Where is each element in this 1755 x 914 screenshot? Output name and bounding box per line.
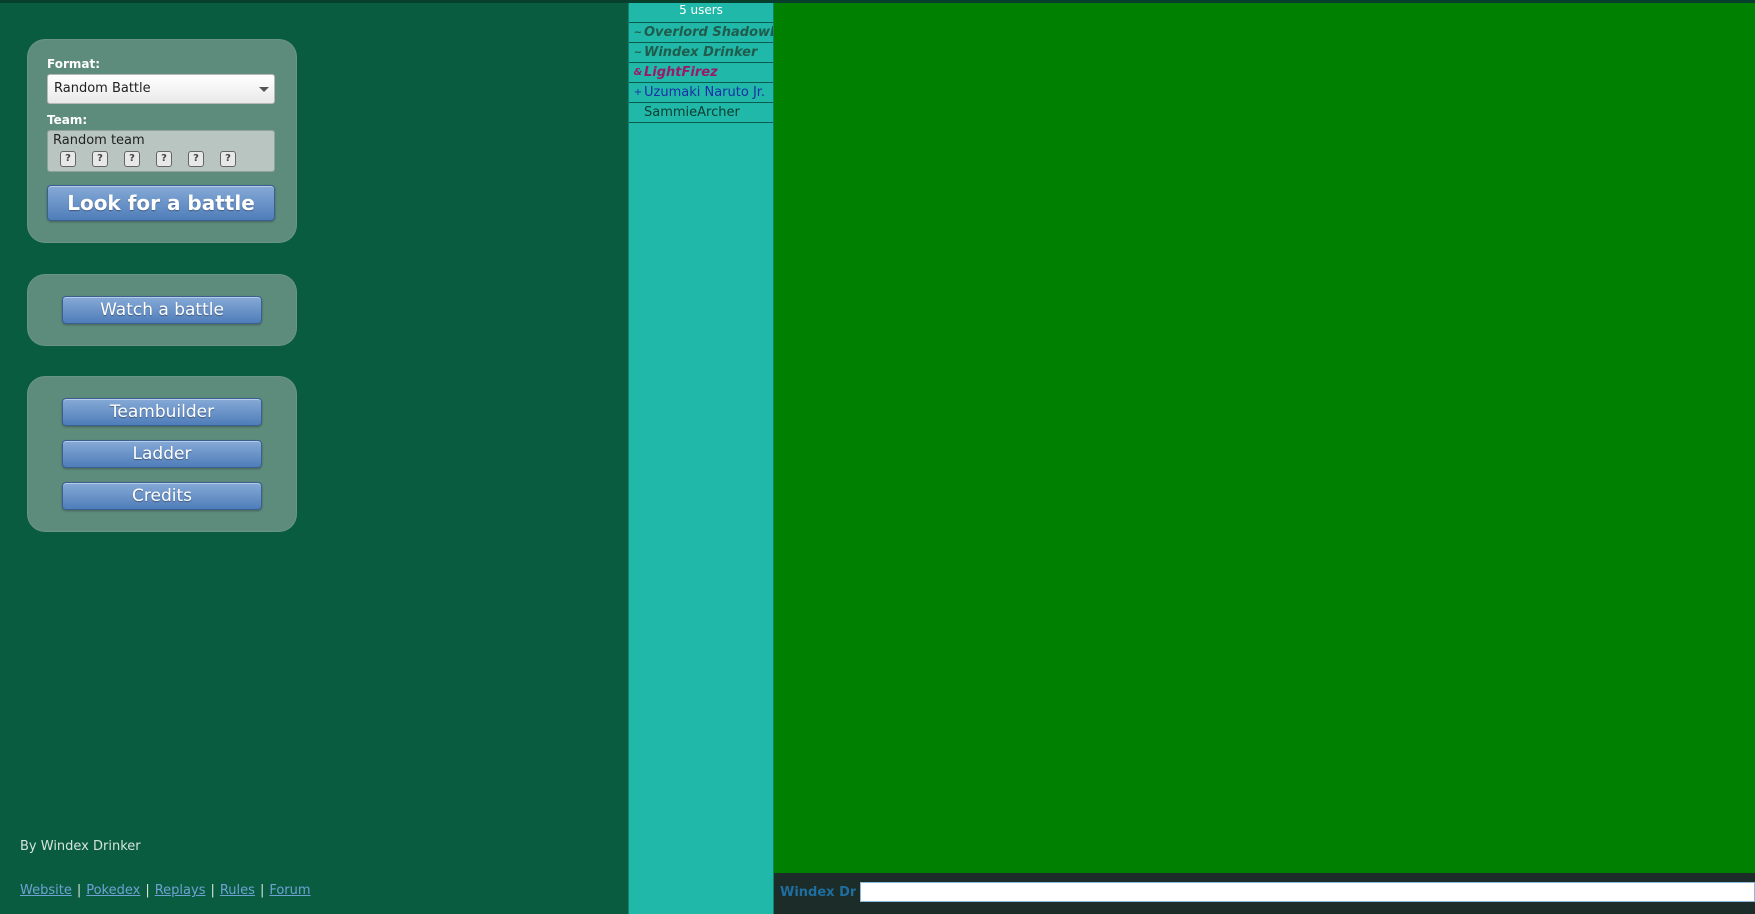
link-separator: | bbox=[145, 883, 150, 898]
look-for-battle-button[interactable]: Look for a battle bbox=[47, 185, 275, 221]
top-border bbox=[0, 0, 1755, 3]
user-name: LightFirez bbox=[644, 65, 718, 80]
rules-link[interactable]: Rules bbox=[220, 883, 255, 898]
user-rank: & bbox=[633, 67, 643, 78]
user-list-item[interactable]: ~ Overlord ShadowL bbox=[629, 23, 773, 43]
main-menu-panel: Format: Random Battle Team: Random team … bbox=[0, 0, 628, 914]
link-separator: | bbox=[76, 883, 82, 898]
replays-link[interactable]: Replays bbox=[155, 883, 206, 898]
author-credit: By Windex Drinker bbox=[20, 839, 141, 854]
chat-username: Windex Drinker bbox=[780, 885, 856, 900]
footer-links: Website | Pokedex | Replays | Rules | Forum bbox=[20, 883, 311, 898]
format-select[interactable]: Random Battle bbox=[47, 74, 275, 104]
link-separator: | bbox=[259, 883, 265, 898]
tools-box: Teambuilder Ladder Credits bbox=[27, 376, 297, 532]
ladder-button[interactable]: Ladder bbox=[62, 440, 262, 468]
user-rank: ~ bbox=[633, 47, 643, 58]
unknown-pokemon-icon: ? bbox=[60, 151, 76, 167]
chevron-down-icon bbox=[259, 87, 269, 92]
team-label: Team: bbox=[47, 113, 88, 127]
website-link[interactable]: Website bbox=[20, 883, 72, 898]
user-name: SammieArcher bbox=[644, 105, 740, 120]
unknown-pokemon-icon: ? bbox=[188, 151, 204, 167]
team-value: Random team bbox=[53, 133, 145, 148]
unknown-pokemon-icon: ? bbox=[124, 151, 140, 167]
format-label: Format: bbox=[47, 57, 101, 71]
user-list-item[interactable]: & LightFirez bbox=[629, 63, 773, 83]
credits-button[interactable]: Credits bbox=[62, 482, 262, 510]
watch-box: Watch a battle bbox=[27, 274, 297, 346]
link-separator: | bbox=[210, 883, 215, 898]
battle-search-box: Format: Random Battle Team: Random team … bbox=[27, 39, 297, 243]
teambuilder-button[interactable]: Teambuilder bbox=[62, 398, 262, 426]
unknown-pokemon-icon: ? bbox=[92, 151, 108, 167]
format-value: Random Battle bbox=[54, 81, 151, 96]
user-rank: + bbox=[633, 87, 643, 98]
forum-link[interactable]: Forum bbox=[269, 883, 310, 898]
pokedex-link[interactable]: Pokedex bbox=[86, 883, 140, 898]
user-count: 5 users bbox=[629, 0, 773, 23]
chat-bar: Windex Drinker bbox=[774, 873, 1755, 914]
chat-log bbox=[774, 0, 1755, 873]
user-list: 5 users ~ Overlord ShadowL ~ Windex Drin… bbox=[628, 0, 774, 914]
team-select[interactable]: Random team ? ? ? ? ? ? bbox=[47, 130, 275, 172]
unknown-pokemon-icon: ? bbox=[220, 151, 236, 167]
user-name: Overlord ShadowL bbox=[644, 25, 773, 40]
unknown-pokemon-icon: ? bbox=[156, 151, 172, 167]
user-list-item[interactable]: + Uzumaki Naruto Jr. bbox=[629, 83, 773, 103]
user-name: Uzumaki Naruto Jr. bbox=[644, 85, 766, 100]
chat-input[interactable] bbox=[860, 882, 1755, 902]
user-list-item[interactable]: ~ Windex Drinker bbox=[629, 43, 773, 63]
watch-battle-button[interactable]: Watch a battle bbox=[62, 296, 262, 324]
team-slots: ? ? ? ? ? ? bbox=[60, 151, 252, 167]
user-list-item[interactable]: SammieArcher bbox=[629, 103, 773, 123]
user-rank: ~ bbox=[633, 27, 643, 38]
user-name: Windex Drinker bbox=[644, 45, 758, 60]
